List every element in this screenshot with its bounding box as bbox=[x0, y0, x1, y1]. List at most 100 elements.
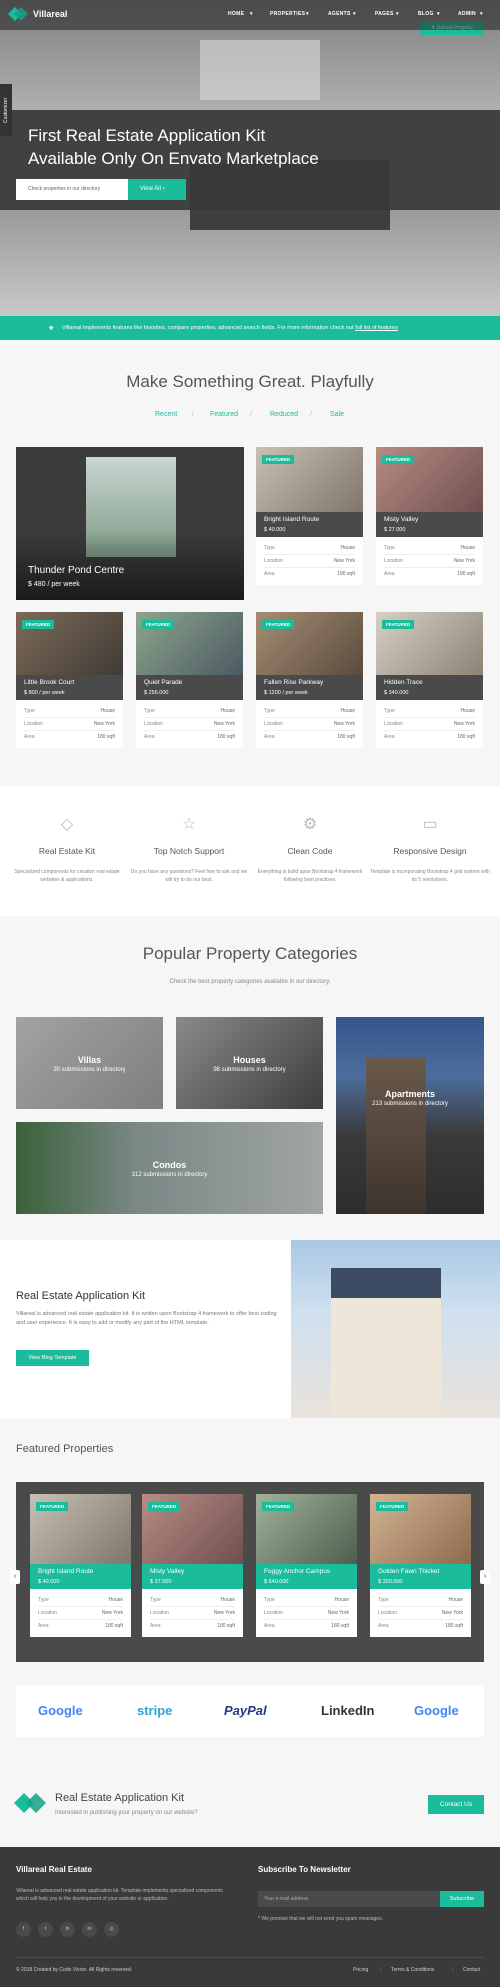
category-apartments[interactable]: Apartments 213 submissions in directory bbox=[336, 1017, 484, 1214]
top-nav: Villareal HOME ▾ PROPERTIES ▾ AGENTS ▾ PAGE… bbox=[0, 0, 500, 30]
nav-pages[interactable]: PAGES bbox=[375, 11, 394, 17]
spec-label: Area bbox=[384, 571, 395, 577]
featured-badge: FEATURED bbox=[262, 620, 295, 629]
property-card[interactable]: FEATURED Misty Valley $ 27.000 Type House Loc… bbox=[376, 447, 483, 585]
spec-divider bbox=[150, 1606, 235, 1607]
card-title: Foggy Anchor Campus bbox=[264, 1568, 331, 1575]
property-card[interactable]: FEATURED Foggy Anchor Campus $ 640.000 Type… bbox=[256, 1494, 357, 1637]
category-count: 98 submissions in directory bbox=[213, 1067, 286, 1073]
category-villas[interactable]: Villas 30 submissions in directory bbox=[16, 1017, 163, 1109]
card-price: $ 480 / per week bbox=[28, 581, 80, 588]
spec-row-type: Type House bbox=[264, 708, 355, 714]
property-card[interactable]: FEATURED Little Brook Court $ 800 / per we… bbox=[16, 612, 123, 748]
spec-label: Location bbox=[150, 1610, 169, 1616]
spec-row-type: Type House bbox=[264, 545, 355, 551]
star-outline-icon: ☆ bbox=[181, 816, 197, 833]
footer-link-pricing[interactable]: Pricing bbox=[353, 1967, 368, 1973]
view-blog-button[interactable]: View Blog Template bbox=[16, 1350, 89, 1366]
spec-divider bbox=[384, 567, 475, 568]
about-title: Real Estate Application Kit bbox=[16, 1290, 146, 1302]
logo-icon[interactable] bbox=[8, 7, 28, 21]
spec-value: New York bbox=[93, 721, 115, 727]
spec-row-area: Area 180 sqft bbox=[24, 734, 115, 740]
filter-recent[interactable]: Recent bbox=[155, 411, 177, 418]
nav-home[interactable]: HOME bbox=[228, 11, 244, 17]
carousel-next-arrow[interactable]: › bbox=[480, 1570, 490, 1584]
nav-blog[interactable]: BLOG bbox=[418, 11, 434, 17]
spec-label: Area bbox=[264, 734, 275, 740]
nav-properties[interactable]: PROPERTIES bbox=[270, 11, 305, 17]
spec-row-type: Type House bbox=[144, 708, 235, 714]
spec-row-type: Type House bbox=[150, 1597, 235, 1603]
property-card[interactable]: FEATURED Misty Valley $ 27.000 Type House Loc… bbox=[142, 1494, 243, 1637]
email-icon[interactable]: ✉ bbox=[82, 1922, 97, 1937]
category-name: Houses bbox=[233, 1055, 266, 1065]
spec-row-type: Type House bbox=[384, 708, 475, 714]
spec-label: Location bbox=[264, 558, 283, 564]
spec-row-location: Location New York bbox=[144, 721, 235, 727]
featured-badge: FEATURED bbox=[262, 1502, 295, 1511]
spec-row-location: Location New York bbox=[384, 721, 475, 727]
gear-icon: ⚙ bbox=[302, 816, 318, 833]
twitter-icon[interactable]: t bbox=[38, 1922, 53, 1937]
spec-divider bbox=[264, 1606, 349, 1607]
features-link[interactable]: full list of features bbox=[355, 325, 398, 331]
brand-name[interactable]: Villareal bbox=[33, 9, 67, 19]
spec-divider bbox=[264, 554, 355, 555]
category-condos[interactable]: Condos 312 submissions in directory bbox=[16, 1122, 323, 1214]
property-card[interactable]: FEATURED Bright Island Route $ 40.000 Type H… bbox=[256, 447, 363, 585]
nav-agents[interactable]: AGENTS bbox=[328, 11, 351, 17]
featured-badge: FEATURED bbox=[262, 455, 295, 464]
facebook-icon[interactable]: f bbox=[16, 1922, 31, 1937]
linkedin-icon[interactable]: in bbox=[60, 1922, 75, 1937]
newsletter-note: * We promise that we will not send you s… bbox=[258, 1916, 383, 1922]
spec-row-location: Location New York bbox=[150, 1610, 235, 1616]
nav-admin[interactable]: ADMIN bbox=[458, 11, 476, 17]
filter-sale[interactable]: Sale bbox=[330, 411, 344, 418]
property-card[interactable]: FEATURED Quiet Parade $ 256.000 Type House Lo… bbox=[136, 612, 243, 748]
property-card-large[interactable]: Thunder Pond Centre $ 480 / per week bbox=[16, 447, 244, 600]
hero-search-input[interactable]: Check properties in our directory bbox=[16, 179, 128, 200]
subscribe-button[interactable]: Subscribe bbox=[440, 1891, 484, 1907]
newsletter-email-input[interactable]: Your e-mail address bbox=[258, 1891, 440, 1907]
customizer-tab[interactable]: Customizer bbox=[0, 84, 12, 136]
featured-badge: FEATURED bbox=[148, 1502, 181, 1511]
spec-label: Area bbox=[378, 1623, 389, 1629]
spec-divider bbox=[38, 1606, 123, 1607]
property-card[interactable]: FEATURED Golden Fawn Thicket $ 320.000 Type… bbox=[370, 1494, 471, 1637]
filter-featured[interactable]: Featured bbox=[210, 411, 238, 418]
category-houses[interactable]: Houses 98 submissions in directory bbox=[176, 1017, 323, 1109]
footer-link-terms[interactable]: Terms & Conditions bbox=[391, 1967, 434, 1973]
property-card[interactable]: FEATURED Fallen Rise Parkway $ 1200 / per … bbox=[256, 612, 363, 748]
spec-divider bbox=[38, 1619, 123, 1620]
diamond-icon: ◇ bbox=[60, 816, 74, 833]
carousel-prev-arrow[interactable]: ‹ bbox=[10, 1570, 20, 1584]
card-title: Golden Fawn Thicket bbox=[378, 1568, 440, 1575]
instagram-icon[interactable]: ◎ bbox=[104, 1922, 119, 1937]
spec-label: Location bbox=[264, 1610, 283, 1616]
spec-value: House bbox=[334, 1597, 349, 1603]
filter-reduced[interactable]: Reduced bbox=[270, 411, 298, 418]
card-price: $ 40.000 bbox=[38, 1579, 60, 1585]
spec-value: 180 sqft bbox=[337, 571, 355, 577]
property-card[interactable]: FEATURED Bright Island Route $ 40.000 Type H… bbox=[30, 1494, 131, 1637]
property-card[interactable]: FEATURED Hidden Trace $ 340.000 Type House Lo… bbox=[376, 612, 483, 748]
spec-value: 180 sqft bbox=[337, 734, 355, 740]
building-image bbox=[366, 1057, 426, 1214]
spec-value: House bbox=[220, 708, 235, 714]
footer-link-contact[interactable]: Contact bbox=[463, 1967, 480, 1973]
spec-row-location: Location New York bbox=[264, 558, 355, 564]
category-count: 213 submissions in directory bbox=[372, 1101, 448, 1107]
spec-value: New York bbox=[453, 558, 475, 564]
spec-value: New York bbox=[333, 558, 355, 564]
spec-divider bbox=[144, 717, 235, 718]
contact-us-button[interactable]: Contact Us bbox=[428, 1795, 484, 1814]
spec-value: New York bbox=[441, 1610, 463, 1616]
spec-label: Type bbox=[384, 545, 395, 551]
spec-divider bbox=[24, 730, 115, 731]
spec-row-type: Type House bbox=[384, 545, 475, 551]
featured-badge: FEATURED bbox=[376, 1502, 409, 1511]
spec-value: 180 sqft bbox=[105, 1623, 123, 1629]
spec-label: Type bbox=[144, 708, 155, 714]
view-all-button[interactable]: View All › bbox=[128, 179, 186, 200]
